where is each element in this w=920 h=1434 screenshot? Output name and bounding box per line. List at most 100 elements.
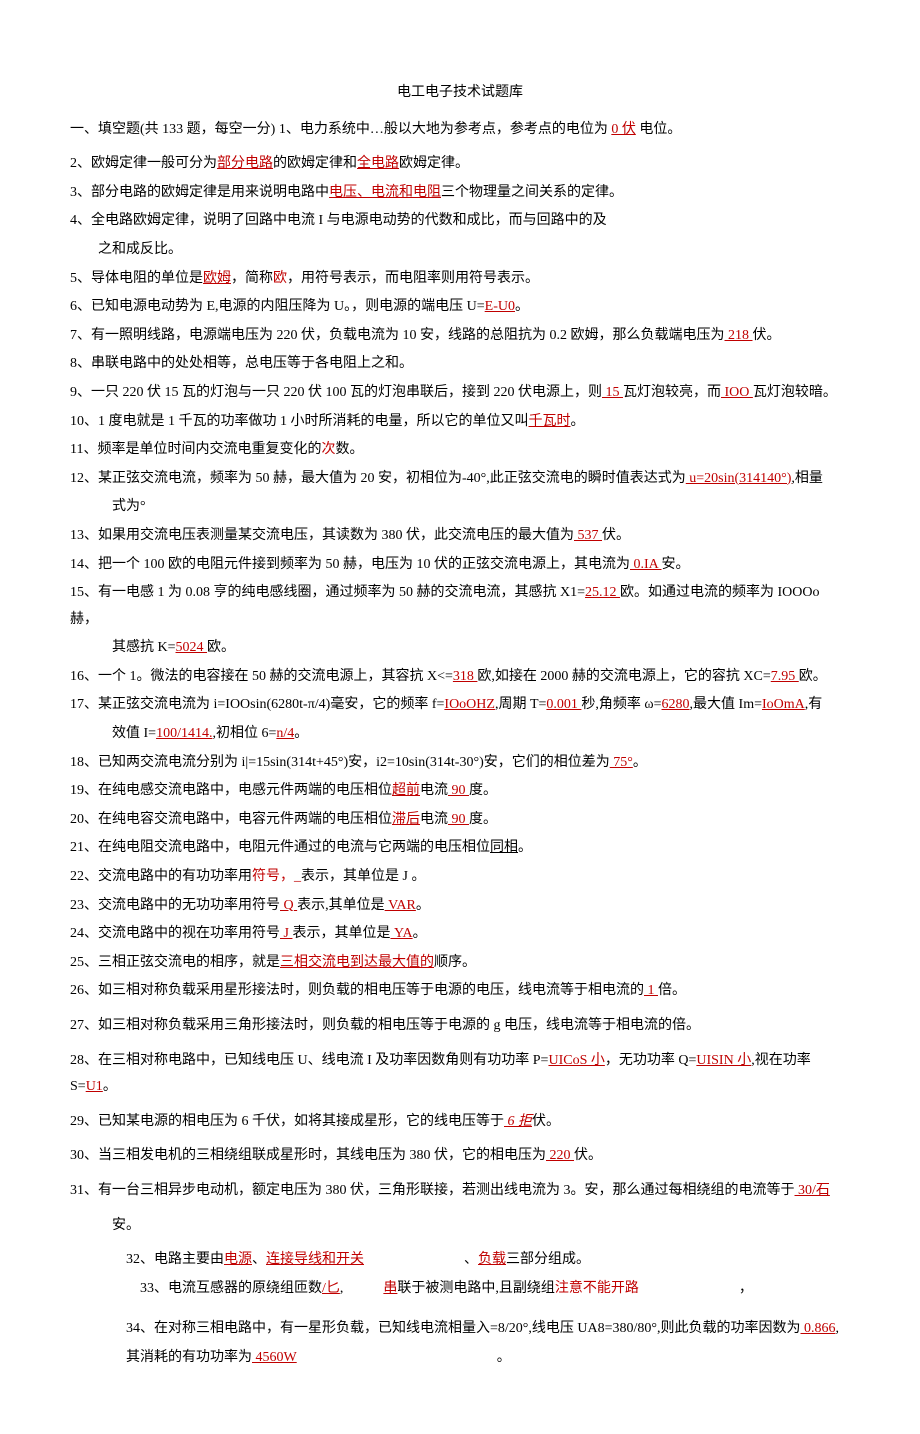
q33-a2: 串 <box>383 1281 397 1296</box>
q17-m2: 秒,角频率 ω= <box>581 697 661 712</box>
q31-line2: 安。 <box>70 1213 850 1240</box>
q31-a1: 30/石 <box>795 1183 830 1198</box>
q29: 29、已知某电源的相电压为 6 千伏，如将其接成星形，它的线电压等于 6 拒伏。 <box>70 1109 850 1136</box>
q22-tail: 表示，其单位是 J 。 <box>301 869 425 884</box>
q14-pre: 14、把一个 100 欧的电阻元件接到频率为 50 赫，电压为 10 伏的正弦交… <box>70 557 630 572</box>
q32-tail: 三部分组成。 <box>506 1252 590 1267</box>
q15-l2-tail: 欧。 <box>207 640 235 655</box>
q18-pre: 18、已知两交流电流分别为 i|=15sin(314t+45°)安，i2=10s… <box>70 755 610 770</box>
q22-pre: 22、交流电路中的有功功率用 <box>70 869 252 884</box>
q2-mid: 的欧姆定律和 <box>273 156 357 171</box>
q24-a2: YA <box>390 926 412 941</box>
q5-mid: ，简称 <box>231 271 273 286</box>
q28-tail: 。 <box>103 1079 117 1094</box>
q2-tail: 欧姆定律。 <box>399 156 469 171</box>
q32-a3: 负载 <box>478 1252 506 1267</box>
q30-tail: 伏。 <box>574 1148 602 1163</box>
q9-mid: 瓦灯泡较亮，而 <box>623 385 721 400</box>
q14: 14、把一个 100 欧的电阻元件接到频率为 50 赫，电压为 10 伏的正弦交… <box>70 552 850 579</box>
q13-tail: 伏。 <box>602 528 630 543</box>
q32-pre: 32、电路主要由 <box>126 1252 224 1267</box>
q10-tail: 。 <box>571 414 585 429</box>
q7-pre: 7、有一照明线路，电源端电压为 220 伏，负载电流为 10 安，线路的总阻抗为… <box>70 328 725 343</box>
q29-tail: 伏。 <box>532 1114 560 1129</box>
q11-pre: 11、频率是单位时间内交流电重复变化的 <box>70 442 321 457</box>
q15-line2: 其感抗 K=5024 欧。 <box>70 635 850 662</box>
q6-pre: 6、已知电源电动势为 E,电源的内阻压降为 U。，则电源的端电压 U= <box>70 299 485 314</box>
q3-a1: 电压、电流和电阻 <box>329 185 441 200</box>
q13-a1: 537 <box>574 528 602 543</box>
q28-a3: U1 <box>86 1079 103 1094</box>
q9-a1: 15 <box>602 385 623 400</box>
q13: 13、如果用交流电压表测量某交流电压，其读数为 380 伏，此交流电压的最大值为… <box>70 523 850 550</box>
q25-pre: 25、三相正弦交流电的相序，就是 <box>70 955 280 970</box>
q12: 12、某正弦交流电流，频率为 50 赫，最大值为 20 安，初相位为-40°,此… <box>70 466 850 493</box>
q16-pre: 16、一个 1。微法的电容接在 50 赫的交流电源上，其容抗 X<= <box>70 669 453 684</box>
q20-a2: 90 <box>448 812 469 827</box>
q33: 33、电流互感器的原绕组匝数/匕,串联于被测电路中,且副绕组注意不能开路， <box>70 1276 850 1303</box>
q19: 19、在纯电感交流电路中，电感元件两端的电压相位超前电流 90 度。 <box>70 778 850 805</box>
q21-pre: 21、在纯电阻交流电路中，电阻元件通过的电流与它两端的电压相位 <box>70 840 490 855</box>
q10-a1: 千瓦时 <box>529 414 571 429</box>
q26-pre: 26、如三相对称负载采用星形接法时，则负载的相电压等于电源的电压，线电流等于相电… <box>70 983 644 998</box>
q12-line2: 式为° <box>70 494 850 521</box>
q24-mid: 表示，其单位是 <box>292 926 390 941</box>
q15-pre: 15、有一电感 1 为 0.08 亨的纯电感线圈，通过频率为 50 赫的交流电流… <box>70 585 585 600</box>
q18-tail: 。 <box>633 755 647 770</box>
q1-tail: 电位。 <box>639 122 681 137</box>
q23-pre: 23、交流电路中的无功功率用符号 <box>70 898 280 913</box>
q8: 8、串联电路中的处处相等，总电压等于各电阻上之和。 <box>70 351 850 378</box>
q20: 20、在纯电容交流电路中，电容元件两端的电压相位滞后电流 90 度。 <box>70 807 850 834</box>
q27: 27、如三相对称负载采用三角形接法时，则负载的相电压等于电源的 g 电压，线电流… <box>70 1013 850 1040</box>
q17-l2-pre: 效值 I= <box>112 726 156 741</box>
q10-pre: 10、1 度电就是 1 千瓦的功率做功 1 小时所消耗的电量，所以它的单位又叫 <box>70 414 529 429</box>
q5: 5、导体电阻的单位是欧姆，简称欧，用符号表示，而电阻率则用符号表示。 <box>70 266 850 293</box>
q2-a1: 部分电路 <box>217 156 273 171</box>
q19-a1: 超前 <box>392 783 420 798</box>
q17-l2-a2: n/4 <box>276 726 294 741</box>
q2: 2、欧姆定律一般可分为部分电路的欧姆定律和全电路欧姆定律。 <box>70 151 850 178</box>
q16-tail: 欧。 <box>799 669 827 684</box>
q17-pre: 17、某正弦交流电流为 i=IOOsin(6280t-π/4)毫安，它的频率 f… <box>70 697 444 712</box>
q5-a2: 欧 <box>273 271 287 286</box>
q12-pre: 12、某正弦交流电流，频率为 50 赫，最大值为 20 安，初相位为-40°,此… <box>70 471 686 486</box>
q21: 21、在纯电阻交流电路中，电阻元件通过的电流与它两端的电压相位同相。 <box>70 835 850 862</box>
q12-tail: ,相量 <box>791 471 823 486</box>
q32-s2: 、 <box>464 1252 478 1267</box>
q11-a1: 次 <box>321 442 335 457</box>
q17-l2-mid: ,初相位 6= <box>212 726 276 741</box>
q33-a3: 注意不能开路 <box>555 1281 639 1296</box>
q29-pre: 29、已知某电源的相电压为 6 千伏，如将其接成星形，它的线电压等于 <box>70 1114 504 1129</box>
q24-pre: 24、交流电路中的视在功率用符号 <box>70 926 280 941</box>
q14-a1: 0.IA <box>630 557 662 572</box>
q22-a1: 符号，_ <box>252 869 301 884</box>
q19-pre: 19、在纯电感交流电路中，电感元件两端的电压相位 <box>70 783 392 798</box>
q32-s1: 、 <box>252 1252 266 1267</box>
q30-a1: 220 <box>546 1148 574 1163</box>
q21-tail: 。 <box>518 840 532 855</box>
q33-mid: 联于被测电路中,且副绕组 <box>397 1281 555 1296</box>
q24: 24、交流电路中的视在功率用符号 J 表示，其单位是 YA。 <box>70 921 850 948</box>
q28: 28、在三相对称电路中，已知线电压 U、线电流 I 及功率因数角则有功功率 P=… <box>70 1048 850 1101</box>
q19-a2: 90 <box>448 783 469 798</box>
q20-mid: 电流 <box>420 812 448 827</box>
q16-a2: 7.95 <box>771 669 799 684</box>
q26-a1: 1 <box>644 983 658 998</box>
q26-tail: 倍。 <box>658 983 686 998</box>
q17-a1: IOoOHZ <box>444 697 495 712</box>
q20-tail: 度。 <box>469 812 497 827</box>
q34: 34、在对称三相电路中，有一星形负载，已知线电流相量入=8/20°,线电压 UA… <box>70 1316 850 1343</box>
q7-a1: 218 <box>725 328 753 343</box>
q25: 25、三相正弦交流电的相序，就是三相交流电到达最大值的顺序。 <box>70 950 850 977</box>
q5-a1: 欧姆 <box>203 271 231 286</box>
q7: 7、有一照明线路，电源端电压为 220 伏，负载电流为 10 安，线路的总阻抗为… <box>70 323 850 350</box>
q28-a1: UICoS 小 <box>548 1053 604 1068</box>
q17-a3: 6280 <box>662 697 690 712</box>
section-header: 一、填空题(共 133 题，每空一分) 1、电力系统中…般以大地为参考点，参考点… <box>70 117 850 144</box>
q16-mid: 欧,如接在 2000 赫的交流电源上，它的容抗 XC= <box>477 669 770 684</box>
q7-tail: 伏。 <box>753 328 781 343</box>
q15-a1: 25.12 <box>585 585 620 600</box>
q6-a1: E-U0 <box>485 299 515 314</box>
q17-line2: 效值 I=100/1414.,初相位 6=n/4。 <box>70 721 850 748</box>
q34-tail: , <box>836 1321 840 1336</box>
